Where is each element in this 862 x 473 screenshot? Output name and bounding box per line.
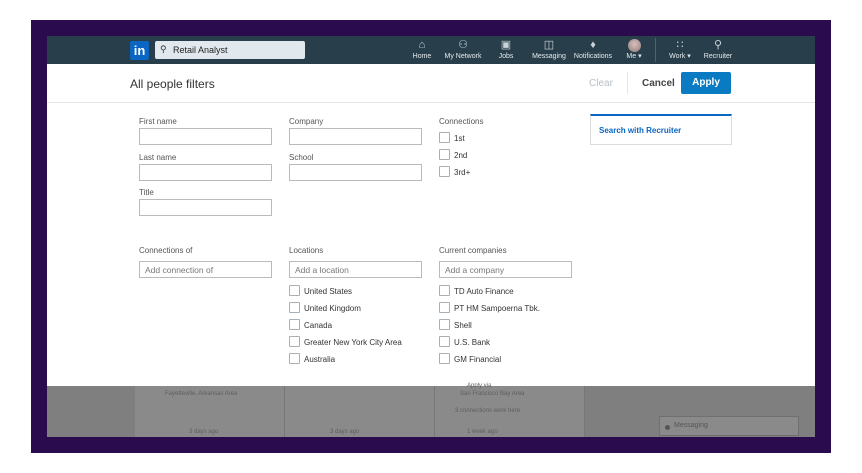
nav-notifications-label: Notifications [573, 53, 613, 60]
nav-work-label: Work ▾ [669, 53, 691, 60]
nav-notifications[interactable]: ♦ Notifications [572, 39, 614, 64]
background-results: Fayetteville, Arkansas Area San Francisc… [47, 383, 815, 437]
screen: in ⚲ Retail Analyst ⌂ Home ⚇ My Network … [47, 36, 815, 437]
current-companies-input[interactable]: Add a company [439, 261, 572, 278]
avatar [627, 39, 641, 52]
clear-button[interactable]: Clear [589, 78, 613, 89]
nav-work[interactable]: ∷ Work ▾ [666, 39, 694, 64]
company-option-label: TD Auto Finance [454, 287, 514, 296]
company-checkbox[interactable] [439, 353, 450, 364]
location-checkbox[interactable] [289, 285, 300, 296]
home-icon: ⌂ [418, 39, 426, 51]
company-field[interactable] [289, 128, 422, 145]
connection-1st-label: 1st [454, 134, 465, 143]
connections-label: Connections [439, 117, 484, 126]
last-name-field[interactable] [139, 164, 272, 181]
cancel-button[interactable]: Cancel [642, 78, 675, 89]
last-name-label: Last name [139, 153, 177, 162]
location-label: United Kingdom [304, 304, 361, 313]
company-option-label: Shell [454, 321, 472, 330]
nav-my-network[interactable]: ⚇ My Network [443, 39, 483, 64]
school-field[interactable] [289, 164, 422, 181]
locations-input[interactable]: Add a location [289, 261, 422, 278]
connection-2nd-checkbox[interactable] [439, 149, 450, 160]
location-checkbox[interactable] [289, 319, 300, 330]
result-card [285, 386, 435, 437]
result-location: San Francisco Bay Area [460, 391, 525, 397]
briefcase-icon: ▣ [500, 39, 512, 51]
chat-icon: ◫ [543, 39, 555, 51]
header-separator [47, 102, 815, 103]
company-checkbox[interactable] [439, 319, 450, 330]
result-date: 1 week ago [467, 429, 498, 435]
page-title: All people filters [130, 77, 215, 91]
nav-me[interactable]: Me ▾ [623, 39, 645, 64]
search-with-recruiter-link[interactable]: Search with Recruiter [599, 126, 681, 135]
search-input[interactable]: ⚲ Retail Analyst [155, 41, 305, 59]
all-filters-panel: All people filters Clear Cancel Apply Fi… [47, 64, 815, 386]
search-value: Retail Analyst [173, 45, 228, 55]
first-name-field[interactable] [139, 128, 272, 145]
presence-dot-icon [665, 425, 670, 430]
nav-messaging-label: Messaging [532, 53, 566, 60]
linkedin-logo[interactable]: in [130, 41, 149, 60]
nav-my-network-label: My Network [444, 53, 482, 60]
result-location: Fayetteville, Arkansas Area [165, 391, 238, 397]
grid-icon: ∷ [676, 39, 684, 51]
company-option-label: GM Financial [454, 355, 502, 364]
company-checkbox[interactable] [439, 336, 450, 347]
connection-3rd-label: 3rd+ [454, 168, 471, 177]
connection-3rd-checkbox[interactable] [439, 166, 450, 177]
nav-me-label: Me ▾ [626, 53, 642, 60]
location-label: Australia [304, 355, 336, 364]
school-label: School [289, 153, 314, 162]
nav-home[interactable]: ⌂ Home [410, 39, 434, 64]
connections-of-label: Connections of [139, 246, 193, 255]
network-icon: ⚇ [458, 39, 468, 51]
location-checkbox[interactable] [289, 302, 300, 313]
apply-button[interactable]: Apply [681, 72, 731, 94]
title-field[interactable] [139, 199, 272, 216]
result-connections: 3 connections work here [455, 408, 521, 414]
nav-divider [655, 38, 656, 62]
location-label: Greater New York City Area [304, 338, 402, 347]
company-option-label: U.S. Bank [454, 338, 491, 347]
nav-recruiter[interactable]: ⚲ Recruiter [702, 39, 734, 64]
nav-jobs[interactable]: ▣ Jobs [495, 39, 517, 64]
search-with-recruiter-card[interactable]: Search with Recruiter [590, 114, 732, 145]
result-date: 3 days ago [330, 429, 360, 435]
location-checkbox[interactable] [289, 353, 300, 364]
header-divider [627, 72, 628, 94]
bell-icon: ♦ [590, 39, 596, 51]
locations-label: Locations [289, 246, 324, 255]
messaging-bar-label: Messaging [674, 422, 708, 429]
connection-2nd-label: 2nd [454, 151, 468, 160]
result-date: 3 days ago [189, 429, 219, 435]
company-checkbox[interactable] [439, 285, 450, 296]
location-label: Canada [304, 321, 333, 330]
company-option-label: PT HM Sampoerna Tbk. [454, 304, 540, 313]
title-label: Title [139, 188, 154, 197]
recruiter-icon: ⚲ [713, 39, 723, 51]
nav-home-label: Home [412, 53, 432, 60]
location-checkbox[interactable] [289, 336, 300, 347]
connections-of-input[interactable]: Add connection of [139, 261, 272, 278]
company-checkbox[interactable] [439, 302, 450, 313]
nav-jobs-label: Jobs [498, 53, 514, 60]
company-label: Company [289, 117, 324, 126]
top-nav: in ⚲ Retail Analyst ⌂ Home ⚇ My Network … [47, 36, 815, 64]
messaging-bar[interactable]: Messaging [659, 416, 799, 436]
location-label: United States [304, 287, 353, 296]
result-apply: Apply via [467, 383, 492, 389]
search-icon: ⚲ [160, 44, 167, 54]
nav-messaging[interactable]: ◫ Messaging [529, 39, 569, 64]
nav-recruiter-label: Recruiter [703, 53, 733, 60]
current-companies-label: Current companies [439, 246, 507, 255]
first-name-label: First name [139, 117, 177, 126]
connection-1st-checkbox[interactable] [439, 132, 450, 143]
